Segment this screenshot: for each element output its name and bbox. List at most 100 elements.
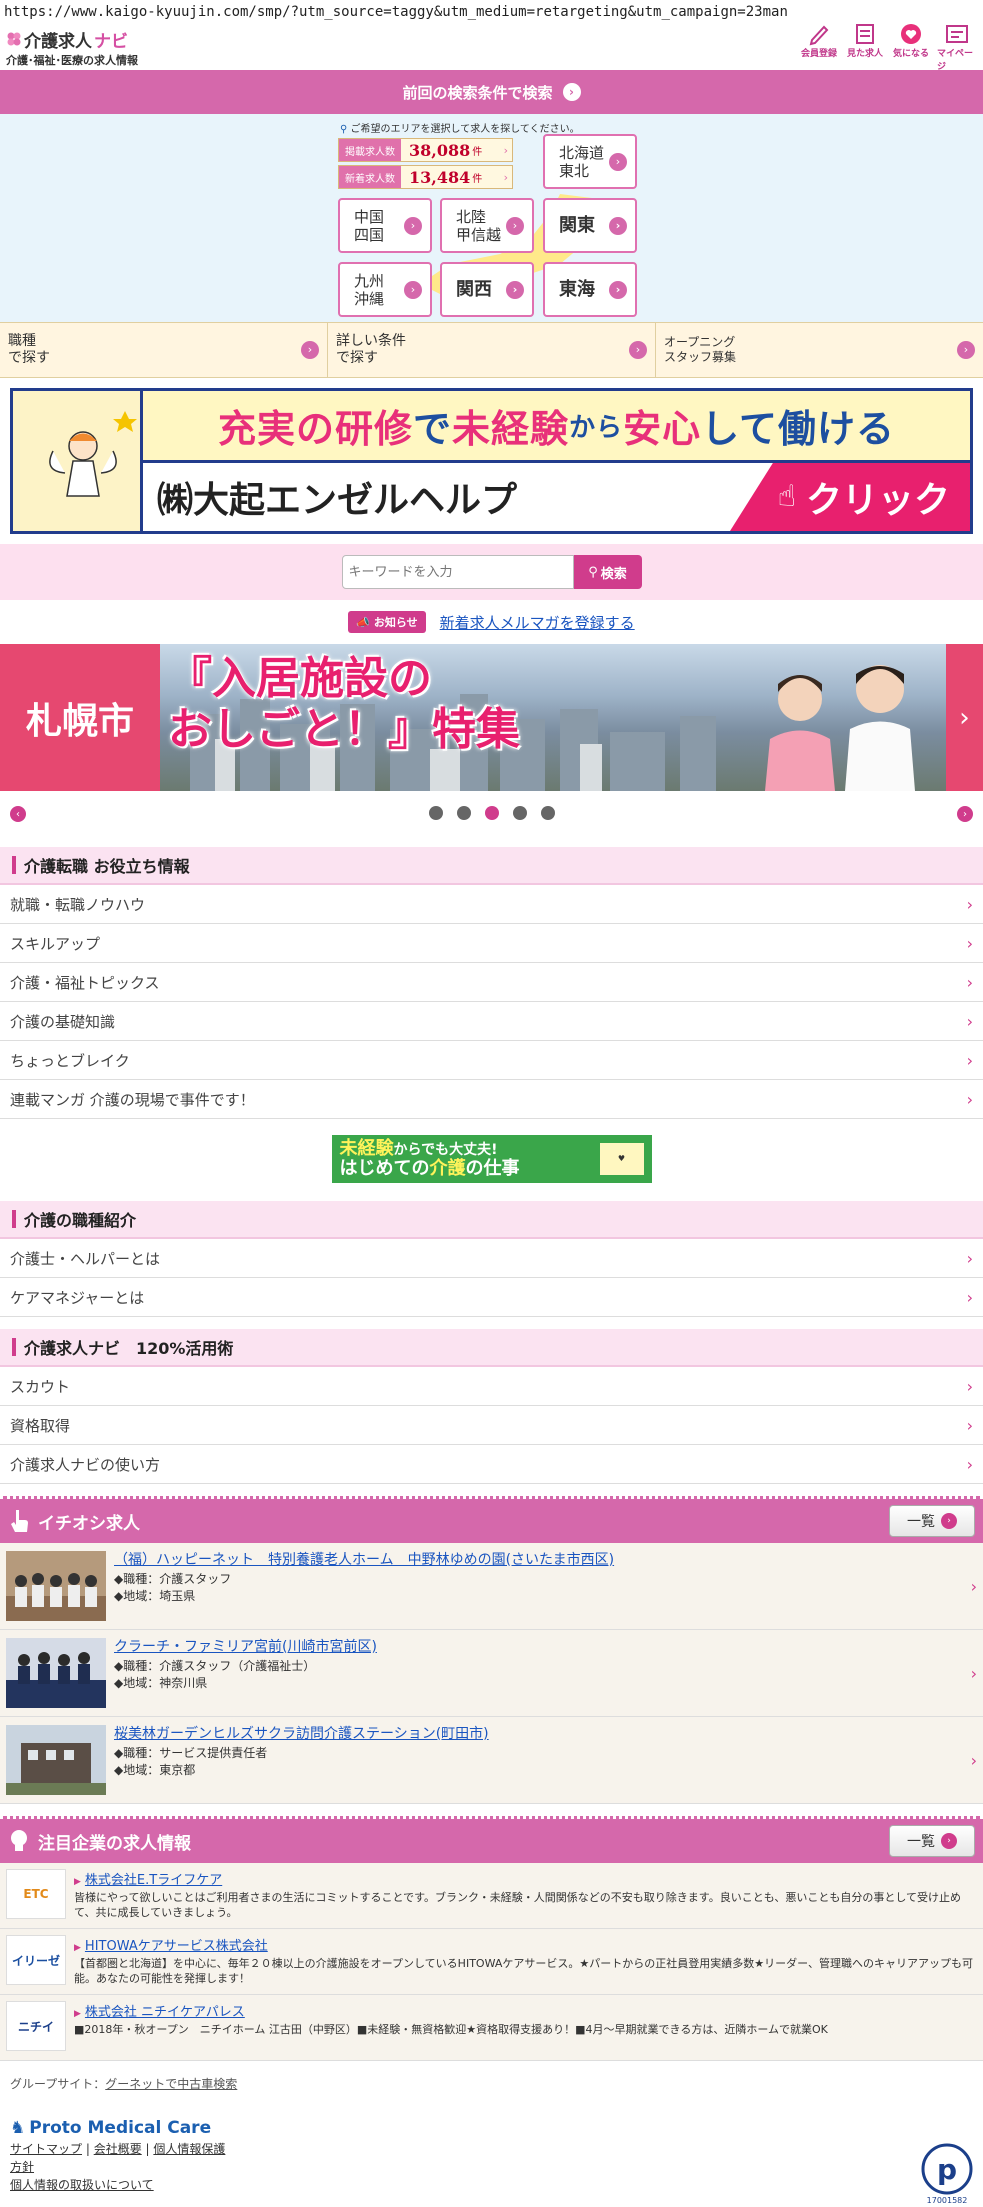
new-count-box: 新着求人数 13,484 件 › [338, 165, 513, 189]
chevron-right-icon: › [609, 152, 627, 171]
mypage-button[interactable]: マイページ [937, 22, 977, 72]
pickup-job-list: （福）ハッピーネット 特別養護老人ホーム 中野林ゆめの園(さいたま市西区) ◆職… [0, 1543, 983, 1804]
notice-badge: 📣 お知らせ [348, 611, 426, 633]
carousel-dot[interactable] [428, 806, 443, 820]
chevron-right-icon: › [503, 170, 508, 184]
chevron-right-icon: › [957, 341, 975, 359]
chevron-right-icon: › [966, 933, 973, 953]
company-card[interactable]: イリーゼ HITOWAケアサービス株式会社 【首都圏と北海道】を中心に、毎年２０… [0, 1929, 983, 1995]
carousel-dot-active[interactable] [484, 806, 499, 820]
banner-headline: 充実の研修で未経験 から 安心 して働ける [143, 391, 970, 460]
angel-help-banner[interactable]: 充実の研修で未経験 から 安心 して働ける ㈱大起エンゼルヘルプ ☝ クリック [10, 388, 973, 534]
job-card[interactable]: （福）ハッピーネット 特別養護老人ホーム 中野林ゆめの園(さいたま市西区) ◆職… [0, 1543, 983, 1630]
logo-main-text: 介護求人 [24, 31, 92, 52]
list-item-tips[interactable]: ちょっとブレイク › [0, 1041, 983, 1080]
list-item-usage[interactable]: スカウト › [0, 1367, 983, 1406]
newsletter-link[interactable]: 新着求人メルマガを登録する [440, 612, 635, 633]
jobtypes-list: 介護士・ヘルパーとは › ケアマネジャーとは › [0, 1239, 983, 1317]
job-photo [6, 1638, 106, 1708]
list-item-tips[interactable]: 連載マンガ 介護の現場で事件です！ › [0, 1080, 983, 1119]
carousel-next-icon[interactable]: › [957, 806, 973, 822]
carousel-pagination: ‹ › [0, 791, 983, 835]
region-hokuriku-koshinetsu[interactable]: 北陸 甲信越 › [440, 198, 534, 253]
tab-opening-staff[interactable]: オープニング スタッフ募集 › [656, 323, 983, 377]
list-item-jobtype[interactable]: 介護士・ヘルパーとは › [0, 1239, 983, 1278]
chevron-right-icon: › [970, 1663, 977, 1683]
chevron-right-icon: › [970, 1576, 977, 1596]
address-bar[interactable]: https://www.kaigo-kyuujin.com/smp/?utm_s… [0, 0, 983, 24]
keyword-input[interactable] [341, 555, 574, 589]
job-title-link[interactable]: （福）ハッピーネット 特別養護老人ホーム 中野林ゆめの園(さいたま市西区) [114, 1549, 963, 1569]
company-info-link[interactable]: 会社概要 [94, 2142, 142, 2156]
region-kyushu-okinawa[interactable]: 九州 沖縄 › [338, 262, 432, 317]
list-item-usage[interactable]: 資格取得 › [0, 1406, 983, 1445]
company-name-link[interactable]: 株式会社E.Tライフケア [85, 1869, 222, 1888]
privacy-policy-link[interactable]: 個人情報保護 [153, 2142, 225, 2156]
company-name-link[interactable]: 株式会社 ニチイケアパレス [85, 2001, 245, 2020]
privacy-policy-link-cont[interactable]: 方針 [10, 2160, 34, 2174]
region-kansai[interactable]: 関西 › [440, 262, 534, 317]
previous-search-button[interactable]: 前回の検索条件で検索 › [0, 70, 983, 114]
list-item-tips[interactable]: 介護の基礎知識 › [0, 1002, 983, 1041]
featured-view-all-button[interactable]: 一覧 › [889, 1825, 975, 1857]
chevron-right-icon: › [609, 280, 627, 299]
sapporo-feature-banner[interactable]: 札幌市 『入居施設の おしごと！』特集 › [0, 644, 983, 791]
list-item-tips[interactable]: 介護・福祉トピックス › [0, 963, 983, 1002]
proto-logo[interactable]: ♞ Proto Medical Care [10, 2118, 973, 2138]
tab-search-by-jobtype[interactable]: 職種 で探す › [0, 323, 328, 377]
viewed-jobs-button[interactable]: 見た求人 [845, 22, 885, 72]
chevron-right-icon: › [966, 1376, 973, 1396]
job-card[interactable]: 桜美林ガーデンヒルズサクラ訪問介護ステーション(町田市) ◆職種：サービス提供責… [0, 1717, 983, 1804]
logo-navi-text: ナビ [94, 31, 128, 52]
job-card[interactable]: クラーチ・ファミリア宮前(川崎市宮前区) ◆職種：介護スタッフ（介護福祉士） ◆地… [0, 1630, 983, 1717]
region-hokkaido-tohoku[interactable]: 北海道 東北 › [543, 134, 637, 189]
job-title-link[interactable]: クラーチ・ファミリア宮前(川崎市宮前区) [114, 1636, 963, 1656]
banner-click-button[interactable]: ☝ クリック [730, 462, 970, 531]
area-hint-text: ⚲ ご希望のエリアを選択して求人を探してください。 [340, 124, 580, 135]
beginner-care-banner[interactable]: 未経験からでも大丈夫! はじめての介護の仕事 ♥ [331, 1135, 652, 1183]
company-card[interactable]: ニチイ 株式会社 ニチイケアパレス ■2018年・秋オープン ニチイホーム 江古… [0, 1995, 983, 2061]
tab-search-by-conditions[interactable]: 詳しい条件 で探す › [328, 323, 656, 377]
list-item-jobtype[interactable]: ケアマネジャーとは › [0, 1278, 983, 1317]
register-button[interactable]: 会員登録 [799, 22, 839, 72]
carousel-dot[interactable] [540, 806, 555, 820]
pointing-hand-icon [11, 1510, 28, 1532]
chevron-right-icon: › [959, 702, 970, 733]
chevron-right-icon: › [941, 1513, 957, 1529]
carousel-dot[interactable] [456, 806, 471, 820]
region-kanto[interactable]: 関東 › [543, 198, 637, 253]
chevron-right-icon: › [966, 972, 973, 992]
sitemap-link[interactable]: サイトマップ [10, 2142, 82, 2156]
region-tokai[interactable]: 東海 › [543, 262, 637, 317]
pickup-view-all-button[interactable]: 一覧 › [889, 1505, 975, 1537]
carousel-dot[interactable] [512, 806, 527, 820]
search-tabs: 職種 で探す › 詳しい条件 で探す › オープニング スタッフ募集 › [0, 322, 983, 378]
chevron-right-icon: › [966, 1415, 973, 1435]
pickup-jobs-header: イチオシ求人 一覧 › [0, 1496, 983, 1543]
svg-text:p: p [937, 2153, 957, 2186]
tips-list: 就職・転職ノウハウ › スキルアップ › 介護・福祉トピックス › 介護の基礎知識 › … [0, 885, 983, 1119]
carousel-prev-icon[interactable]: ‹ [10, 806, 26, 822]
favorites-button[interactable]: 気になる [891, 22, 931, 72]
keyword-search-band: ⚲ 検索 [0, 544, 983, 600]
list-item-tips[interactable]: 就職・転職ノウハウ › [0, 885, 983, 924]
company-name-link[interactable]: HITOWAケアサービス株式会社 [85, 1935, 268, 1954]
region-chugoku-shikoku[interactable]: 中国 四国 › [338, 198, 432, 253]
chevron-right-icon: › [301, 341, 319, 359]
company-card[interactable]: ETC 株式会社E.Tライフケア 皆様にやって欲しいことはご利用者さまの生活にコ… [0, 1863, 983, 1929]
list-item-usage[interactable]: 介護求人ナビの使い方 › [0, 1445, 983, 1484]
personal-info-link[interactable]: 個人情報の取扱いについて [10, 2178, 154, 2192]
group-site-link[interactable]: グーネットで中古車検索 [105, 2077, 237, 2091]
site-logo[interactable]: 介護求人 ナビ 介護･福祉･医療の求人情報 [6, 27, 138, 68]
banner-city-name: 札幌市 [0, 644, 160, 791]
list-item-tips[interactable]: スキルアップ › [0, 924, 983, 963]
chevron-right-icon: › [629, 341, 647, 359]
job-title-link[interactable]: 桜美林ガーデンヒルズサクラ訪問介護ステーション(町田市) [114, 1723, 963, 1743]
chevron-right-icon: › [404, 216, 422, 235]
carousel-next-button[interactable]: › [946, 644, 983, 791]
chevron-right-icon: › [506, 280, 524, 299]
moon-angel-icon [13, 411, 137, 524]
keyword-search-button[interactable]: ⚲ 検索 [573, 555, 642, 589]
history-icon [856, 24, 874, 44]
chevron-right-icon: › [966, 1050, 973, 1070]
